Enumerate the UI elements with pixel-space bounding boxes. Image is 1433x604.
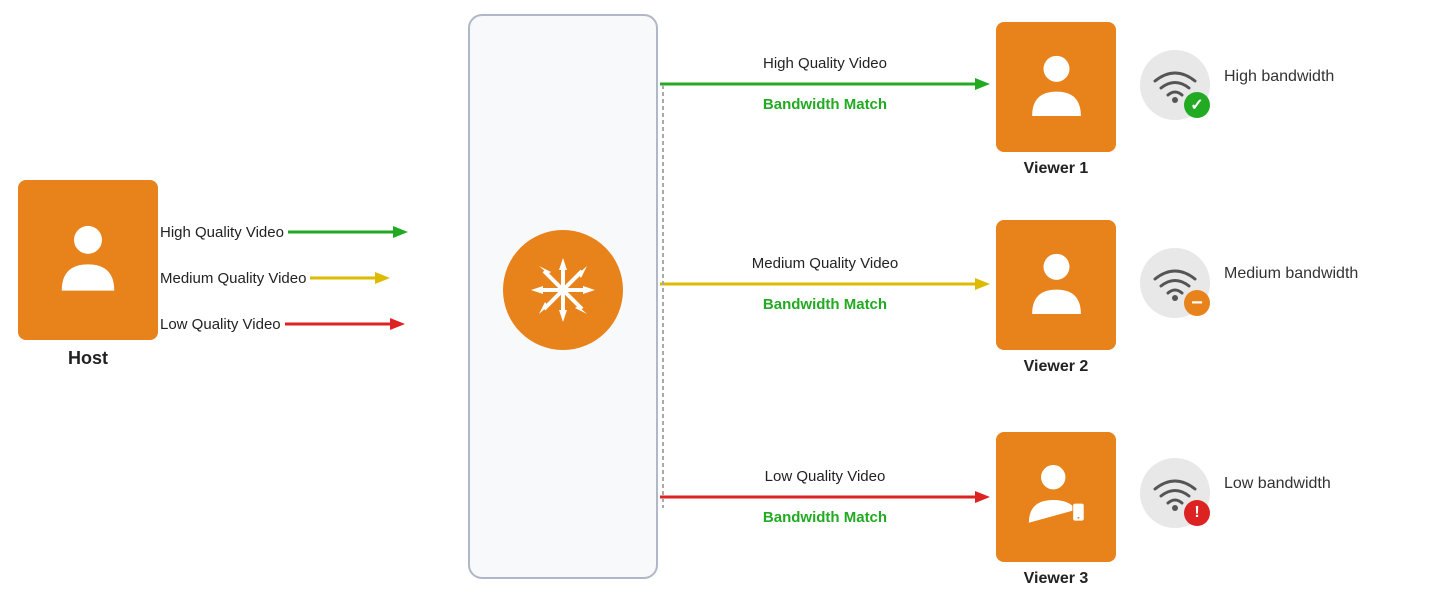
viewer2-bandwidth-label: Medium bandwidth — [1224, 265, 1358, 283]
host-high-label: High Quality Video — [160, 224, 284, 241]
viewer1-label: Viewer 1 — [996, 160, 1116, 178]
server-icon — [503, 230, 623, 350]
host-person-icon — [53, 220, 123, 300]
viewer3-box — [996, 432, 1116, 562]
viewer1-arrow-group: High Quality Video Bandwidth Match — [660, 55, 990, 113]
host-medium-label: Medium Quality Video — [160, 270, 306, 287]
viewer1-bandwidth-label: High bandwidth — [1224, 68, 1334, 86]
viewer3-quality-label: Low Quality Video — [765, 468, 886, 485]
viewer1-person-icon — [1024, 50, 1089, 125]
host-box — [18, 180, 158, 340]
viewer3-person-icon — [1024, 460, 1089, 535]
viewer3-wifi-badge: ! — [1184, 500, 1210, 526]
host-low-arrow-group: Low Quality Video — [160, 314, 405, 334]
viewer3-bandwidth-label: Low bandwidth — [1224, 475, 1331, 493]
viewer2-arrow — [660, 274, 990, 294]
viewer2-box — [996, 220, 1116, 350]
viewer1-box — [996, 22, 1116, 152]
viewer2-person-icon — [1024, 248, 1089, 323]
host-high-arrow — [288, 222, 408, 242]
server-snowflake — [523, 250, 603, 330]
viewer2-arrow-group: Medium Quality Video Bandwidth Match — [660, 255, 990, 313]
viewer2-wifi: − — [1140, 248, 1210, 318]
viewer3-arrow — [660, 487, 990, 507]
viewer3-bandwidth-match: Bandwidth Match — [763, 509, 887, 526]
viewer3-wifi: ! — [1140, 458, 1210, 528]
viewer3-label: Viewer 3 — [996, 570, 1116, 588]
viewer2-wifi-badge: − — [1184, 290, 1210, 316]
viewer3-arrow-group: Low Quality Video Bandwidth Match — [660, 468, 990, 526]
viewer2-label: Viewer 2 — [996, 358, 1116, 376]
viewer1-arrow — [660, 74, 990, 94]
viewer1-bandwidth-match: Bandwidth Match — [763, 96, 887, 113]
host-medium-arrow — [310, 268, 390, 288]
host-label: Host — [18, 348, 158, 369]
viewer1-wifi: ✓ — [1140, 50, 1210, 120]
host-medium-arrow-group: Medium Quality Video — [160, 268, 390, 288]
viewer2-quality-label: Medium Quality Video — [752, 255, 898, 272]
host-low-label: Low Quality Video — [160, 316, 281, 333]
host-high-arrow-group: High Quality Video — [160, 222, 408, 242]
host-low-arrow — [285, 314, 405, 334]
diagram: Host High Quality Video Medium Quality V… — [0, 0, 1433, 604]
viewer1-quality-label: High Quality Video — [763, 55, 887, 72]
viewer2-bandwidth-match: Bandwidth Match — [763, 296, 887, 313]
viewer1-wifi-badge: ✓ — [1184, 92, 1210, 118]
